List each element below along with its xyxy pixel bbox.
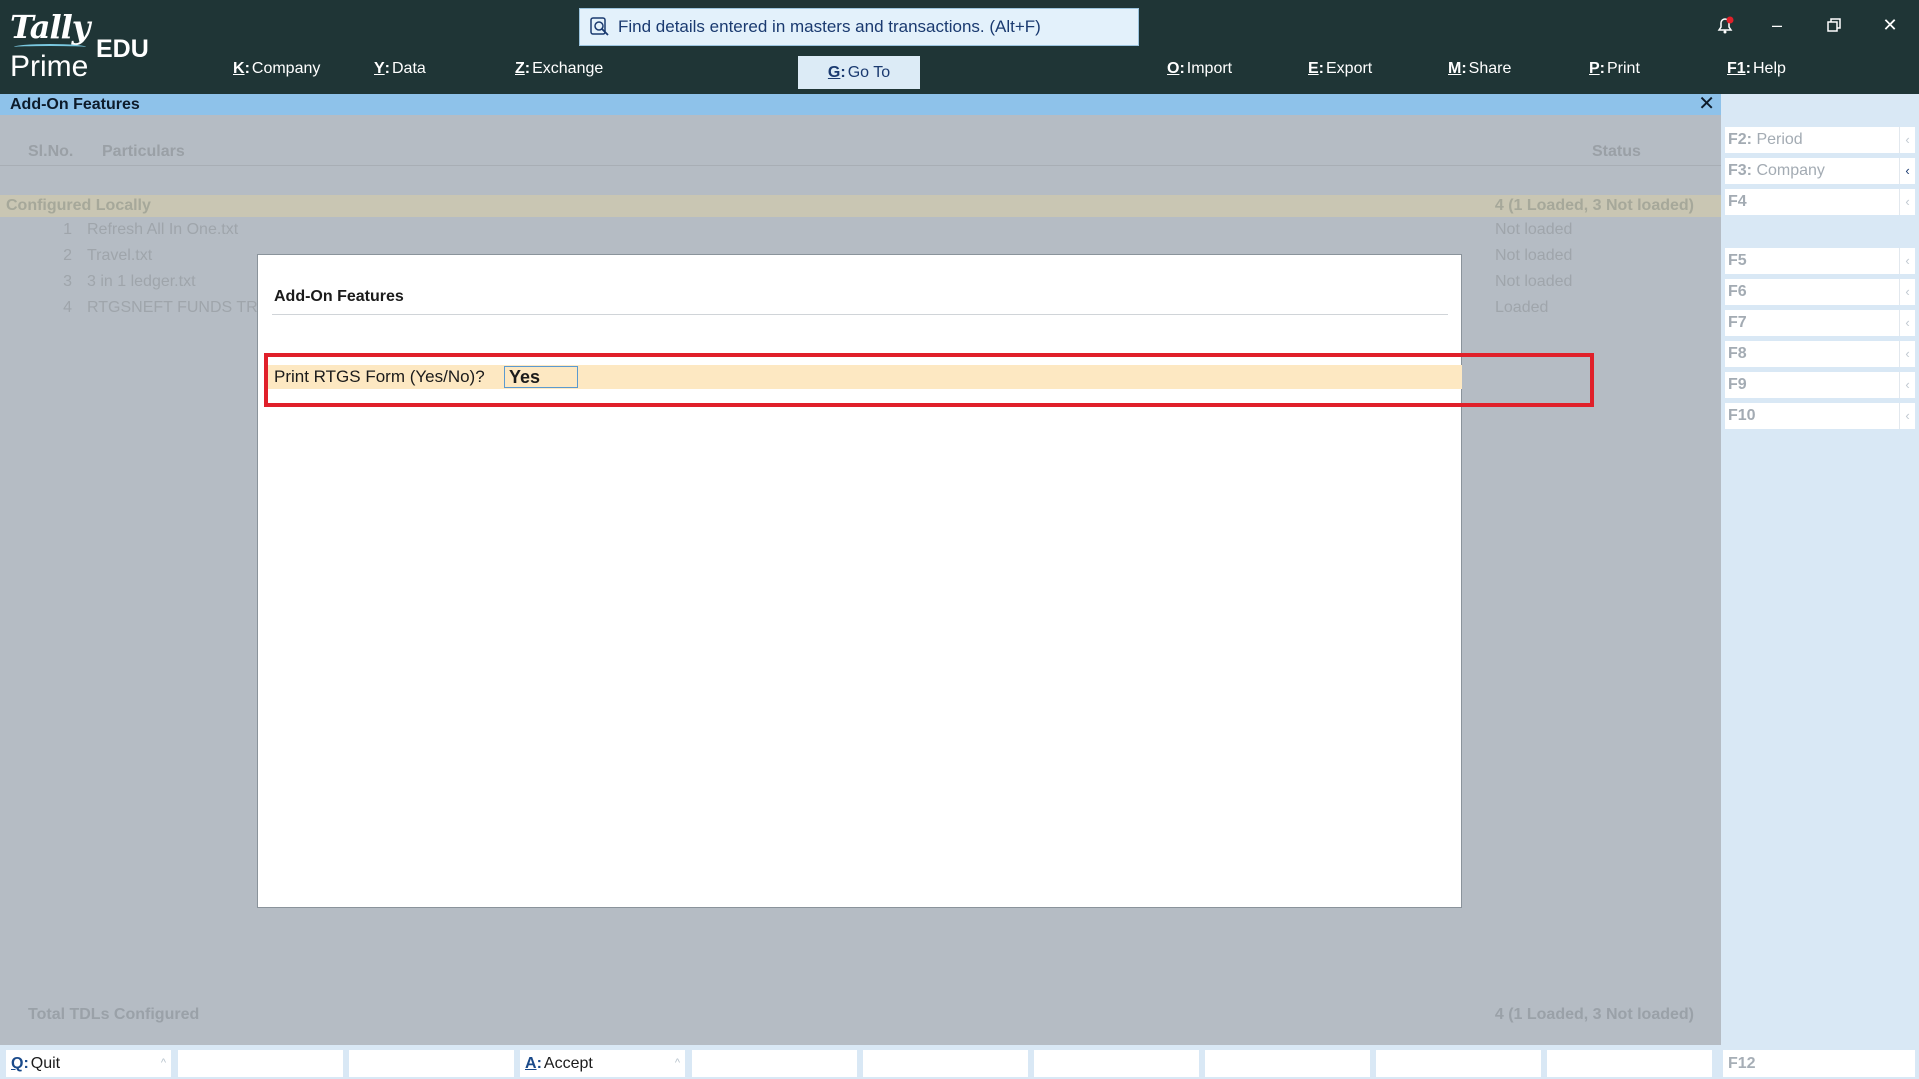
bottom-button-empty[interactable] bbox=[1547, 1050, 1712, 1077]
highlight-annotation-box bbox=[264, 353, 1594, 407]
window-close-icon[interactable]: ✕ bbox=[1879, 14, 1901, 36]
row-slno: 1 bbox=[63, 221, 72, 238]
chevron-left-icon: ‹ bbox=[1899, 127, 1915, 153]
side-button-f9[interactable]: F9 ‹ bbox=[1725, 372, 1915, 398]
side-button-f3[interactable]: F3: Company ‹ bbox=[1725, 158, 1915, 184]
quit-button[interactable]: QQuit^ bbox=[6, 1050, 171, 1077]
bottom-button-empty[interactable] bbox=[692, 1050, 857, 1077]
total-status: 4 (1 Loaded, 3 Not loaded) bbox=[1494, 1006, 1694, 1023]
menu-exchange[interactable]: ZExchange bbox=[515, 60, 603, 78]
bottom-button-empty[interactable] bbox=[1376, 1050, 1541, 1077]
row-name: 3 in 1 ledger.txt bbox=[87, 273, 196, 290]
menu-import[interactable]: OImport bbox=[1167, 60, 1232, 78]
row-slno: 2 bbox=[63, 247, 72, 264]
window-title-bar: Add-On Features ✕ bbox=[0, 94, 1721, 115]
bottom-button-empty[interactable] bbox=[863, 1050, 1028, 1077]
dialog-title: Add-On Features bbox=[274, 288, 404, 305]
section-status: 4 (1 Loaded, 3 Not loaded) bbox=[1494, 197, 1694, 214]
menu-help[interactable]: F1Help bbox=[1727, 60, 1786, 78]
menu-company[interactable]: KCompany bbox=[233, 60, 320, 78]
row-status: Loaded bbox=[1495, 299, 1549, 316]
menu-print[interactable]: PPrint bbox=[1589, 60, 1640, 78]
side-button-f6[interactable]: F6 ‹ bbox=[1725, 279, 1915, 305]
row-name: Travel.txt bbox=[87, 247, 153, 264]
column-header-slno: Sl.No. bbox=[28, 143, 74, 160]
search-placeholder: Find details entered in masters and tran… bbox=[618, 17, 1041, 36]
search-icon bbox=[590, 17, 609, 36]
chevron-left-icon: ‹ bbox=[1899, 158, 1915, 184]
caret-up-icon: ^ bbox=[674, 1057, 680, 1069]
side-button-f5[interactable]: F5 ‹ bbox=[1725, 248, 1915, 274]
notification-bell-icon[interactable] bbox=[1714, 14, 1736, 36]
close-icon[interactable]: ✕ bbox=[1698, 94, 1715, 115]
column-header-particulars: Particulars bbox=[102, 143, 185, 160]
side-button-f10[interactable]: F10 ‹ bbox=[1725, 403, 1915, 429]
side-button-f7[interactable]: F7 ‹ bbox=[1725, 310, 1915, 336]
chevron-left-icon: ‹ bbox=[1899, 341, 1915, 367]
dialog-divider bbox=[272, 314, 1448, 315]
bottom-button-bar: QQuit^ AAccept^ F12 bbox=[0, 1045, 1919, 1079]
side-button-f2[interactable]: F2: Period ‹ bbox=[1725, 127, 1915, 153]
column-header-status: Status bbox=[1592, 143, 1641, 160]
minimize-icon[interactable]: – bbox=[1766, 14, 1788, 36]
side-button-f8[interactable]: F8 ‹ bbox=[1725, 341, 1915, 367]
table-row[interactable]: 1 Refresh All In One.txt Not loaded bbox=[0, 218, 1721, 242]
menu-data[interactable]: YData bbox=[374, 60, 426, 78]
row-name: Refresh All In One.txt bbox=[87, 221, 239, 238]
search-bar[interactable]: Find details entered in masters and tran… bbox=[579, 8, 1139, 46]
section-label: Configured Locally bbox=[6, 197, 151, 214]
bottom-button-empty[interactable] bbox=[1034, 1050, 1199, 1077]
header-divider bbox=[0, 165, 1721, 166]
chevron-left-icon: ‹ bbox=[1899, 310, 1915, 336]
window-title: Add-On Features bbox=[10, 96, 140, 113]
row-name: RTGSNEFT FUNDS TRA bbox=[87, 299, 269, 316]
row-slno: 4 bbox=[63, 299, 72, 316]
caret-up-icon: ^ bbox=[160, 1057, 166, 1069]
row-slno: 3 bbox=[63, 273, 72, 290]
chevron-left-icon: ‹ bbox=[1899, 279, 1915, 305]
side-button-f4[interactable]: F4 ‹ bbox=[1725, 189, 1915, 215]
row-status: Not loaded bbox=[1495, 221, 1573, 238]
restore-icon[interactable] bbox=[1823, 14, 1845, 36]
logo-tally: Tally bbox=[10, 8, 90, 46]
chevron-left-icon: ‹ bbox=[1899, 372, 1915, 398]
menu-goto[interactable]: GGo To bbox=[798, 56, 920, 89]
bottom-button-empty[interactable] bbox=[349, 1050, 514, 1077]
top-bar: Tally Prime EDU Find details entered in … bbox=[0, 0, 1919, 94]
total-label: Total TDLs Configured bbox=[28, 1006, 200, 1023]
menu-share[interactable]: MShare bbox=[1448, 60, 1511, 78]
edition-label: EDU bbox=[96, 35, 149, 63]
row-status: Not loaded bbox=[1495, 273, 1573, 290]
chevron-left-icon: ‹ bbox=[1899, 189, 1915, 215]
row-status: Not loaded bbox=[1495, 247, 1573, 264]
chevron-left-icon: ‹ bbox=[1899, 248, 1915, 274]
chevron-left-icon: ‹ bbox=[1899, 403, 1915, 429]
bottom-button-empty[interactable] bbox=[1205, 1050, 1370, 1077]
menu-export[interactable]: EExport bbox=[1308, 60, 1372, 78]
total-row: Total TDLs Configured 4 (1 Loaded, 3 Not… bbox=[0, 1003, 1721, 1027]
side-button-panel: F2: Period ‹ F3: Company ‹ F4 ‹ F5 ‹ F6 ‹ F7 ‹… bbox=[1721, 94, 1919, 1045]
section-row[interactable]: Configured Locally 4 (1 Loaded, 3 Not lo… bbox=[0, 195, 1721, 217]
accept-button[interactable]: AAccept^ bbox=[520, 1050, 685, 1077]
bottom-button-empty[interactable] bbox=[178, 1050, 343, 1077]
f12-configure-button[interactable]: F12 bbox=[1723, 1050, 1915, 1077]
logo-prime: Prime bbox=[10, 50, 89, 83]
